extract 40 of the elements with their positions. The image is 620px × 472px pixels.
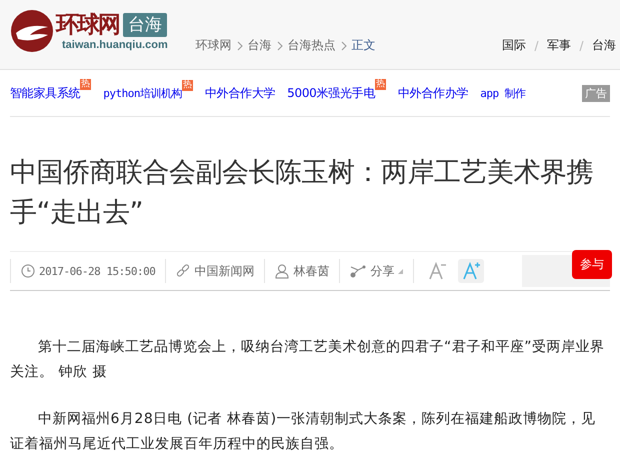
separator-icon: [534, 40, 539, 52]
share-button[interactable]: 分享: [370, 262, 394, 280]
breadcrumb-link[interactable]: 台海: [248, 37, 272, 54]
share-icon: [350, 264, 366, 278]
chevron-icon: [236, 40, 243, 50]
nav-link[interactable]: 国际: [502, 37, 526, 54]
join-button[interactable]: 参与: [572, 250, 612, 279]
hot-badge: 热: [375, 78, 386, 90]
promo-link[interactable]: 中外合作大学: [204, 84, 276, 102]
clock-icon: [21, 264, 35, 278]
logo-text[interactable]: 环球网: [56, 10, 119, 38]
news-source: 中国新闻网: [194, 262, 254, 280]
article-paragraph: 中新网福州6月28日电 (记者 林春茵)一张清朝制式大条案，陈列在福建船政博物院，见证着福州马尾近代工业发展百年历程中的民族自强。: [10, 410, 597, 454]
promo-link[interactable]: 5000米强光手电: [287, 84, 375, 102]
breadcrumb-link[interactable]: 正文: [352, 37, 376, 54]
promo-link[interactable]: python培训机构: [103, 86, 182, 100]
promo-link[interactable]: 智能家具系统: [10, 84, 80, 102]
author-name: 林春茵: [293, 262, 330, 280]
chevron-icon: [340, 40, 347, 50]
ad-label: 广告: [582, 84, 610, 102]
increase-font-button[interactable]: [458, 259, 484, 283]
channel-badge[interactable]: 台海: [123, 12, 167, 36]
publish-time: 2017-06-28 15:50:00: [39, 264, 156, 278]
article-paragraph: 第十二届海峡工艺品博览会上，吸纳台湾工艺美术创意的四君子“君子和平座”受两岸业界关注。 钟欣 摄: [10, 338, 606, 382]
nav-link[interactable]: 军事: [547, 37, 571, 54]
promo-link[interactable]: app 制作: [480, 86, 526, 100]
site-domain: taiwan.huanqiu.com: [62, 38, 168, 52]
nav-link[interactable]: 台海: [592, 37, 616, 54]
hot-badge: 热: [80, 78, 92, 90]
article-title: 中国侨商联合会副会长陈玉树：两岸工艺美术界携手“走出去”: [10, 156, 594, 230]
hot-badge: 热: [182, 80, 193, 90]
breadcrumb-link[interactable]: 环球网: [196, 37, 232, 54]
separator-icon: [579, 40, 584, 52]
chevron-icon: [276, 40, 283, 50]
logo-icon: [10, 9, 54, 53]
breadcrumb-link[interactable]: 台海热点: [288, 37, 336, 54]
corner-caret-icon: [398, 268, 404, 274]
link-icon: [176, 264, 190, 278]
user-icon: [275, 264, 290, 278]
promo-link[interactable]: 中外合作办学: [398, 84, 468, 102]
